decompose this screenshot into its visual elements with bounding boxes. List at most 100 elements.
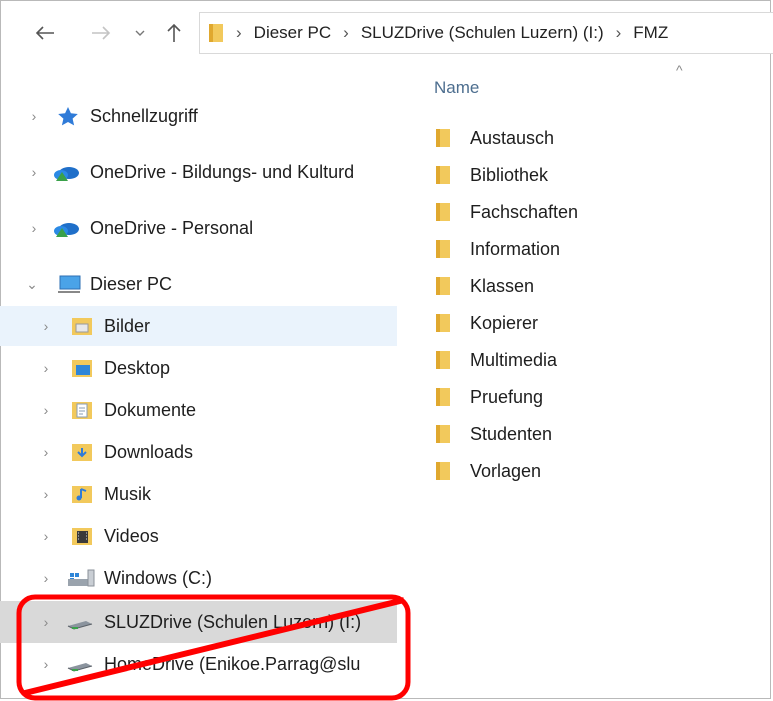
folder-icon <box>209 24 223 42</box>
folder-name: Bibliothek <box>470 164 549 185</box>
tree-item-label: SLUZDrive (Schulen Luzern) (I:) <box>104 611 362 632</box>
column-header-name[interactable]: Name <box>434 78 479 98</box>
tree-item-bilder[interactable]: › Bilder <box>0 306 397 346</box>
network-drive-icon <box>67 663 93 672</box>
chevron-right-icon[interactable]: › <box>38 486 54 502</box>
tree-item-windows-c[interactable]: › Windows (C:) <box>0 558 397 598</box>
chevron-down-icon <box>135 30 145 36</box>
documents-folder-icon <box>72 402 92 419</box>
downloads-folder-icon <box>72 444 92 461</box>
folder-name: Studenten <box>470 423 553 444</box>
folder-icon <box>436 203 450 221</box>
folder-row[interactable]: Kopierer <box>435 306 765 340</box>
navigation-bar: › Dieser PC › SLUZDrive (Schulen Luzern)… <box>0 0 773 66</box>
forward-button[interactable] <box>86 18 116 48</box>
folder-row[interactable]: Bibliothek <box>435 158 765 192</box>
folder-name: Information <box>470 238 561 259</box>
tree-item-label: OneDrive - Personal <box>90 217 254 238</box>
folder-name: Austausch <box>470 127 555 148</box>
folder-icon <box>436 351 450 369</box>
folder-row[interactable]: Pruefung <box>435 380 765 414</box>
star-icon <box>58 107 78 126</box>
tree-item-label: Videos <box>104 525 159 546</box>
folder-name: Klassen <box>470 275 535 296</box>
tree-item-label: Desktop <box>104 357 171 378</box>
tree-item-label: Downloads <box>104 441 194 462</box>
chevron-right-icon: › <box>343 23 349 42</box>
tree-item-homedrive[interactable]: › HomeDrive (Enikoe.Parrag@slu <box>0 643 397 685</box>
chevron-right-icon[interactable]: › <box>26 108 42 124</box>
back-button[interactable] <box>30 18 60 48</box>
folder-row[interactable]: Vorlagen <box>435 454 765 488</box>
desktop-folder-icon <box>72 360 92 377</box>
folder-icon <box>436 388 450 406</box>
chevron-right-icon[interactable]: › <box>38 318 54 334</box>
folder-icon <box>436 277 450 295</box>
navigation-pane: › Schnellzugriff › OneDrive - Bildungs- … <box>0 66 399 701</box>
folder-name: Kopierer <box>470 312 539 333</box>
videos-folder-icon <box>72 528 92 545</box>
chevron-right-icon[interactable]: › <box>38 444 54 460</box>
chevron-right-icon[interactable]: › <box>38 570 54 586</box>
arrow-left-icon <box>35 26 54 40</box>
recent-locations-button[interactable] <box>130 18 150 48</box>
folder-row[interactable]: Klassen <box>435 269 765 303</box>
chevron-down-icon[interactable]: ⌄ <box>24 276 40 292</box>
folder-icon <box>436 240 450 258</box>
folder-row[interactable]: Multimedia <box>435 343 765 377</box>
chevron-right-icon[interactable]: › <box>38 360 54 376</box>
folder-row[interactable]: Studenten <box>435 417 765 451</box>
chevron-right-icon[interactable]: › <box>38 614 54 630</box>
chevron-right-icon[interactable]: › <box>26 164 42 180</box>
tree-item-onedrive-personal[interactable]: › OneDrive - Personal <box>0 208 397 248</box>
file-list-pane: ^ Name Austausch Bibliothek Fachschaften In… <box>400 62 773 701</box>
folder-row[interactable]: Austausch <box>435 121 765 155</box>
crumb-sluzdrive[interactable]: SLUZDrive (Schulen Luzern) (I:) <box>361 23 604 43</box>
onedrive-icon <box>54 167 79 181</box>
folder-name: Pruefung <box>470 386 544 407</box>
tree-item-label: OneDrive - Bildungs- und Kulturd <box>90 161 355 182</box>
chevron-right-icon[interactable]: › <box>38 402 54 418</box>
tree-item-videos[interactable]: › Videos <box>0 516 397 556</box>
tree-item-musik[interactable]: › Musik <box>0 474 397 514</box>
tree-item-sluzdrive[interactable]: › SLUZDrive (Schulen Luzern) (I:) <box>0 601 397 643</box>
address-bar[interactable]: › Dieser PC › SLUZDrive (Schulen Luzern)… <box>199 12 773 54</box>
tree-item-onedrive-bildungs[interactable]: › OneDrive - Bildungs- und Kulturd <box>0 152 397 192</box>
chevron-right-icon: › <box>236 23 242 42</box>
folder-name: Vorlagen <box>470 460 542 481</box>
windows-drive-icon <box>68 569 95 587</box>
chevron-right-icon[interactable]: › <box>26 220 42 236</box>
folder-row[interactable]: Fachschaften <box>435 195 765 229</box>
folder-icon <box>436 425 450 443</box>
folder-name: Multimedia <box>470 349 558 370</box>
folder-name: Fachschaften <box>470 201 579 222</box>
up-button[interactable] <box>160 18 188 48</box>
tree-item-label: HomeDrive (Enikoe.Parrag@slu <box>104 653 361 674</box>
pictures-folder-icon <box>72 318 92 335</box>
tree-item-downloads[interactable]: › Downloads <box>0 432 397 472</box>
tree-item-label: Musik <box>104 483 152 504</box>
tree-item-label: Dieser PC <box>90 273 173 294</box>
crumb-this-pc[interactable]: Dieser PC <box>254 23 331 43</box>
onedrive-icon <box>54 223 79 237</box>
tree-item-label: Windows (C:) <box>104 567 213 588</box>
chevron-right-icon[interactable]: › <box>38 528 54 544</box>
tree-item-desktop[interactable]: › Desktop <box>0 348 397 388</box>
tree-item-label: Schnellzugriff <box>90 105 198 126</box>
computer-icon <box>58 275 81 293</box>
tree-item-label: Bilder <box>104 315 151 336</box>
sort-ascending-icon: ^ <box>676 62 683 78</box>
chevron-right-icon: › <box>615 23 622 42</box>
music-folder-icon <box>72 486 92 503</box>
tree-item-label: Dokumente <box>104 399 197 420</box>
tree-item-dieser-pc[interactable]: ⌄ Dieser PC <box>0 264 397 304</box>
chevron-right-icon[interactable]: › <box>38 656 54 672</box>
arrow-up-icon <box>167 23 181 42</box>
tree-item-schnellzugriff[interactable]: › Schnellzugriff <box>0 96 397 136</box>
crumb-fmz[interactable]: FMZ <box>633 23 668 43</box>
folder-icon <box>436 314 450 332</box>
tree-item-dokumente[interactable]: › Dokumente <box>0 390 397 430</box>
folder-row[interactable]: Information <box>435 232 765 266</box>
arrow-right-icon <box>92 26 111 40</box>
folder-icon <box>436 166 450 184</box>
